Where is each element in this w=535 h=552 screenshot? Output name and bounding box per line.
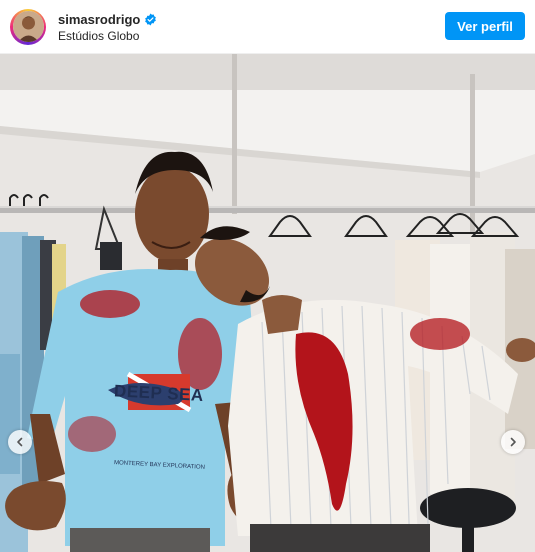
post-image[interactable] <box>0 54 535 552</box>
view-profile-button[interactable]: Ver perfil <box>445 12 525 40</box>
verified-badge-icon <box>144 13 157 26</box>
chevron-right-icon <box>508 437 518 447</box>
next-image-button[interactable] <box>501 430 525 454</box>
username[interactable]: simasrodrigo <box>58 12 140 27</box>
avatar[interactable] <box>10 8 46 45</box>
location-link[interactable]: Estúdios Globo <box>58 29 157 43</box>
chevron-left-icon <box>15 437 25 447</box>
avatar-photo <box>12 11 44 42</box>
post-header: simasrodrigo Estúdios Globo Ver perfil <box>0 0 535 54</box>
post-meta: simasrodrigo Estúdios Globo <box>58 10 157 43</box>
previous-image-button[interactable] <box>8 430 32 454</box>
instagram-post: simasrodrigo Estúdios Globo Ver perfil <box>0 0 535 552</box>
photo-scene <box>0 54 535 552</box>
user-row: simasrodrigo <box>58 10 157 28</box>
